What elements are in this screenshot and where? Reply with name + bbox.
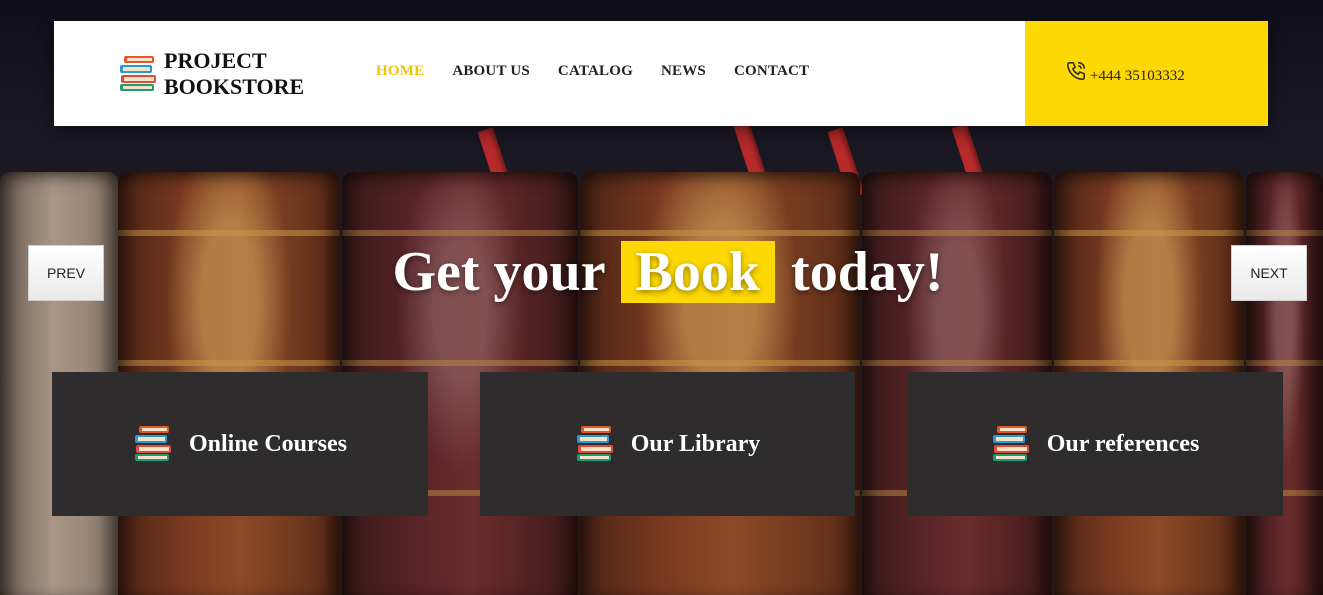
- card-label: Our Library: [630, 430, 761, 457]
- card-label: Our references: [1046, 430, 1200, 457]
- main-nav: HOME ABOUT US CATALOG NEWS CONTACT: [376, 63, 809, 80]
- hero-headline: Get your Book today!: [0, 240, 1323, 304]
- headline-after: today!: [791, 241, 944, 303]
- brand-name: PROJECT BOOKSTORE: [164, 48, 304, 100]
- card-our-library[interactable]: Our Library: [480, 372, 855, 516]
- phone-icon: [1065, 60, 1087, 87]
- books-stack-icon: [575, 422, 615, 467]
- books-stack-icon: [133, 422, 173, 467]
- nav-catalog[interactable]: CATALOG: [558, 63, 633, 80]
- brand-logo[interactable]: PROJECT BOOKSTORE: [118, 48, 304, 100]
- nav-about-us[interactable]: ABOUT US: [452, 63, 530, 80]
- headline-before: Get your: [392, 241, 605, 303]
- card-our-references[interactable]: Our references: [907, 372, 1283, 516]
- card-label: Online Courses: [188, 430, 347, 457]
- nav-contact[interactable]: CONTACT: [734, 63, 809, 80]
- card-online-courses[interactable]: Online Courses: [52, 372, 428, 516]
- next-slide-button[interactable]: NEXT: [1231, 245, 1307, 301]
- brand-line-2: BOOKSTORE: [164, 74, 305, 99]
- prev-slide-button[interactable]: PREV: [28, 245, 104, 301]
- nav-news[interactable]: NEWS: [661, 63, 706, 80]
- headline-highlight: Book: [620, 241, 776, 303]
- phone-number: +444 35103332: [1090, 68, 1185, 84]
- books-stack-icon: [991, 422, 1031, 467]
- phone-contact[interactable]: +444 35103332: [1025, 21, 1268, 126]
- brand-line-1: PROJECT: [164, 48, 267, 73]
- nav-home[interactable]: HOME: [376, 63, 424, 80]
- site-header: PROJECT BOOKSTORE HOME ABOUT US CATALOG …: [54, 21, 1268, 126]
- books-stack-icon: [118, 52, 158, 97]
